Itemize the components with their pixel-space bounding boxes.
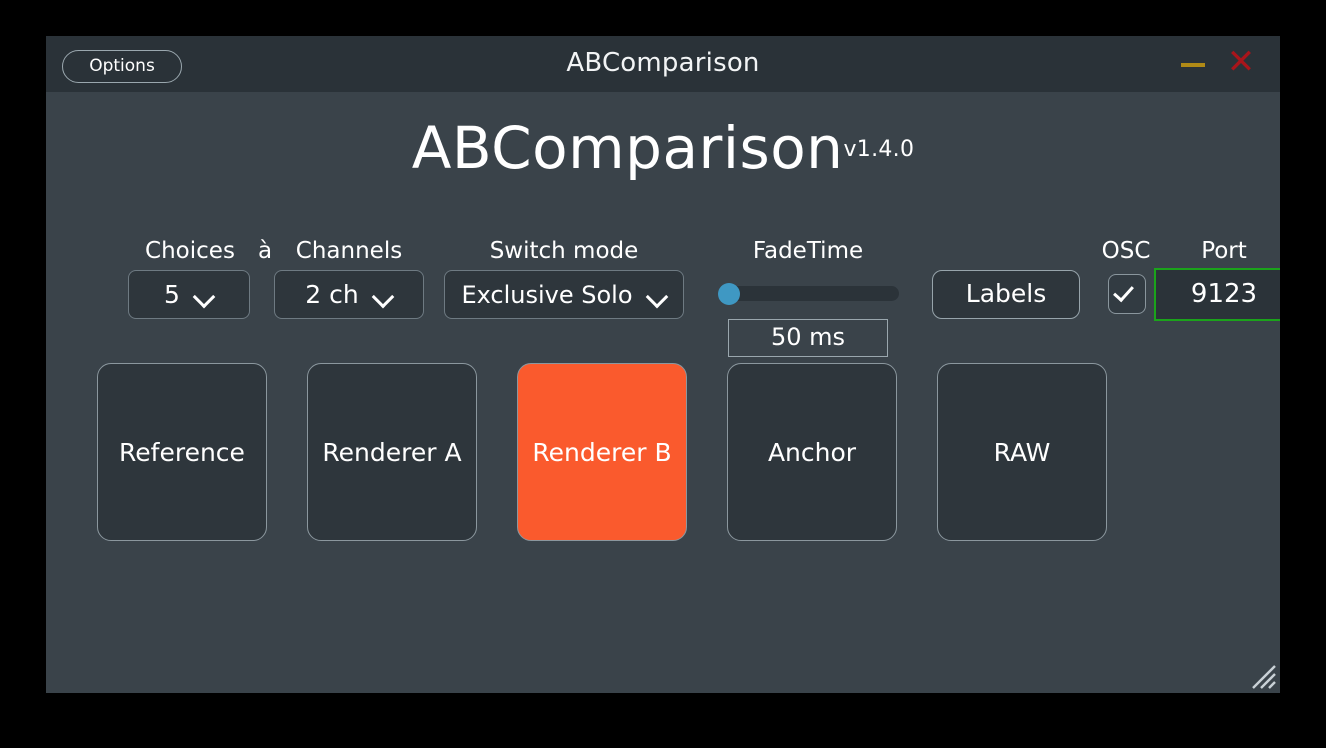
page-title: ABComparisonv1.4.0	[46, 114, 1280, 182]
minimize-icon[interactable]	[1178, 54, 1208, 74]
fade-time-slider-thumb[interactable]	[718, 283, 740, 305]
app-name-text: ABComparison	[411, 114, 844, 182]
port-label: Port	[1201, 238, 1247, 264]
chevron-down-icon	[373, 289, 393, 301]
window-titlebar: Options ABComparison ✕	[46, 36, 1280, 92]
choice-button-renderer-a[interactable]: Renderer A	[307, 363, 477, 541]
channels-dropdown[interactable]: 2 ch	[274, 270, 424, 319]
fade-time-label: FadeTime	[752, 238, 864, 264]
chevron-down-icon	[194, 289, 214, 301]
channels-label: Channels	[295, 238, 403, 264]
separator-label: à	[257, 238, 273, 264]
switch-mode-dropdown[interactable]: Exclusive Solo	[444, 270, 684, 319]
channels-value: 2 ch	[305, 280, 359, 309]
choices-label: Choices	[145, 238, 235, 264]
close-icon[interactable]: ✕	[1224, 44, 1258, 82]
labels-button[interactable]: Labels	[932, 270, 1080, 319]
osc-checkbox[interactable]	[1108, 274, 1146, 314]
fade-time-value-field[interactable]: 50 ms	[728, 319, 888, 357]
choice-button-raw[interactable]: RAW	[937, 363, 1107, 541]
chevron-down-icon	[647, 289, 667, 301]
fade-time-slider[interactable]	[718, 283, 899, 305]
check-icon	[1113, 280, 1134, 303]
choice-button-row: Reference Renderer A Renderer B Anchor R…	[97, 363, 1167, 543]
window-title: ABComparison	[566, 48, 760, 78]
port-input[interactable]: 9123	[1154, 268, 1280, 321]
app-version-text: v1.4.0	[843, 136, 915, 162]
choices-value: 5	[164, 280, 180, 309]
choices-dropdown[interactable]: 5	[128, 270, 250, 319]
choice-button-reference[interactable]: Reference	[97, 363, 267, 541]
resize-grip-icon[interactable]	[1242, 655, 1276, 689]
switch-mode-label: Switch mode	[489, 238, 639, 264]
choice-button-renderer-b[interactable]: Renderer B	[517, 363, 687, 541]
app-window: Options ABComparison ✕ ABComparisonv1.4.…	[46, 36, 1280, 693]
osc-label: OSC	[1101, 238, 1151, 264]
switch-mode-value: Exclusive Solo	[461, 280, 633, 309]
choice-button-anchor[interactable]: Anchor	[727, 363, 897, 541]
